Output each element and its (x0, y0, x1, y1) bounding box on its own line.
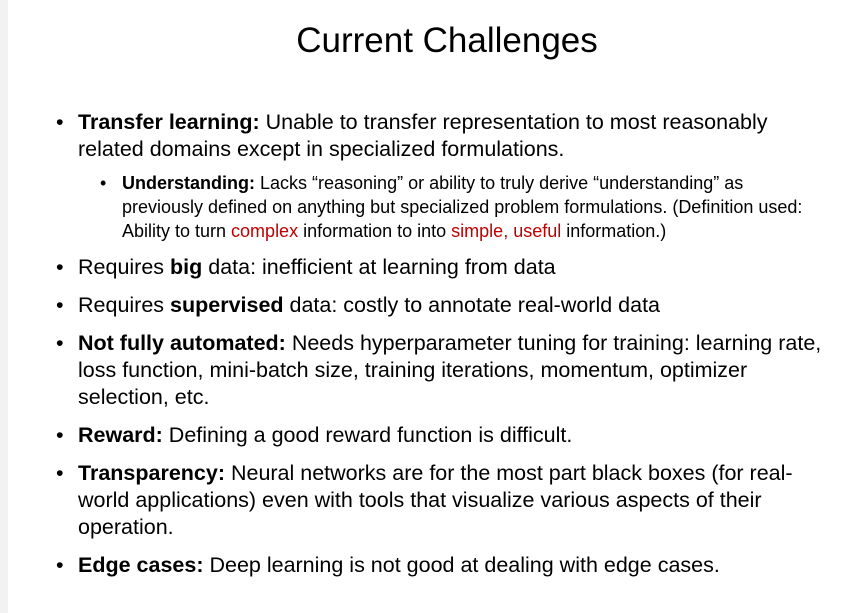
bullet-transparency: Transparency: Neural networks are for th… (56, 460, 826, 541)
bullet-bold-word: big (170, 255, 203, 279)
sub-bullet-text: information to into (298, 221, 452, 241)
slide-title: Current Challenges (296, 21, 598, 60)
highlight-simple: simple (451, 221, 504, 241)
bullet-supervised-data: Requires supervised data: costly to anno… (56, 292, 826, 319)
bullet-transfer-learning: Transfer learning: Unable to transfer re… (56, 109, 826, 243)
bullet-not-fully-automated: Not fully automated: Needs hyperparamete… (56, 330, 826, 411)
slide-left-edge (0, 0, 8, 613)
sub-bullet-text: information.) (561, 221, 667, 241)
bullet-text: Defining a good reward function is diffi… (162, 423, 573, 447)
sub-bullet-list: Understanding: Lacks “reasoning” or abil… (78, 171, 826, 243)
highlight-complex: complex (231, 221, 299, 241)
bullet-list: Transfer learning: Unable to transfer re… (56, 109, 826, 590)
bullet-text: Deep learning is not good at dealing wit… (203, 553, 720, 577)
bullet-bold-word: supervised (170, 293, 284, 317)
bullet-term: Reward: (78, 423, 163, 447)
bullet-text: Requires (78, 293, 171, 317)
bullet-reward: Reward: Defining a good reward function … (56, 422, 826, 449)
bullet-term: Not fully automated: (78, 331, 286, 355)
bullet-text: data: inefficient at learning from data (202, 255, 556, 279)
highlight-comma: , (503, 221, 514, 241)
sub-bullet-understanding: Understanding: Lacks “reasoning” or abil… (100, 171, 826, 243)
bullet-big-data: Requires big data: inefficient at learni… (56, 254, 826, 281)
bullet-term: Edge cases: (78, 553, 204, 577)
bullet-text: data: costly to annotate real-world data (283, 293, 661, 317)
bullet-term: Transparency: (78, 461, 225, 485)
bullet-edge-cases: Edge cases: Deep learning is not good at… (56, 552, 826, 579)
bullet-text: Requires (78, 255, 171, 279)
sub-bullet-term: Understanding: (122, 173, 255, 193)
highlight-useful: useful (513, 221, 562, 241)
bullet-term: Transfer learning: (78, 110, 260, 134)
